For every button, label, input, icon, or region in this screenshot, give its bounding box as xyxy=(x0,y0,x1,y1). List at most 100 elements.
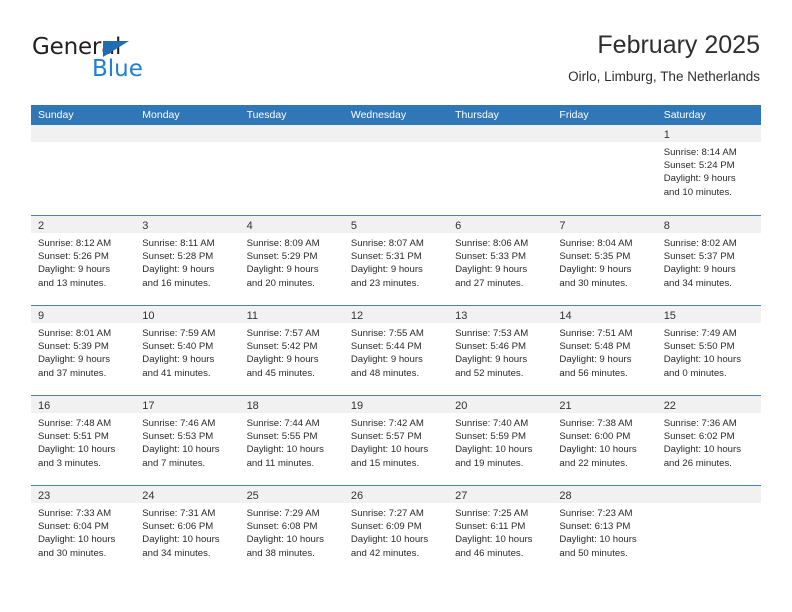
sunset-text: Sunset: 5:40 PM xyxy=(142,341,214,353)
daylight-text: Daylight: 10 hours and 3 minutes. xyxy=(38,444,116,469)
day-sun-info: Sunrise: 7:33 AM Sunset: 6:04 PM Daylight:… xyxy=(31,503,135,560)
calendar-day-cell[interactable]: 26 Sunrise: 7:27 AM Sunset: 6:09 PM Dayligh… xyxy=(343,486,449,575)
calendar-week-row: 1 Sunrise: 8:14 AM Sunset: 5:24 PM Daylight… xyxy=(31,125,761,215)
logo-triangle-icon xyxy=(103,41,129,57)
day-sun-info: Sunrise: 7:49 AM Sunset: 5:50 PM Daylight:… xyxy=(657,323,761,380)
calendar-day-cell[interactable]: 6 Sunrise: 8:06 AM Sunset: 5:33 PM Daylight… xyxy=(448,216,553,305)
daylight-text: Daylight: 9 hours and 16 minutes. xyxy=(142,264,215,289)
calendar-day-cell[interactable]: 22 Sunrise: 7:36 AM Sunset: 6:02 PM Dayligh… xyxy=(656,396,761,485)
sunrise-text: Sunrise: 7:48 AM xyxy=(38,418,112,429)
day-sun-info: Sunrise: 8:04 AM Sunset: 5:35 PM Daylight:… xyxy=(552,233,656,290)
sunrise-text: Sunrise: 8:04 AM xyxy=(559,238,633,249)
calendar-grid: Sunday Monday Tuesday Wednesday Thursday… xyxy=(31,105,761,575)
sunrise-text: Sunrise: 7:36 AM xyxy=(663,418,737,429)
sunrise-text: Sunrise: 7:29 AM xyxy=(246,508,320,519)
calendar-day-cell[interactable]: 14 Sunrise: 7:51 AM Sunset: 5:48 PM Dayligh… xyxy=(552,306,657,395)
calendar-day-cell[interactable]: 18 Sunrise: 7:44 AM Sunset: 5:55 PM Dayligh… xyxy=(239,396,344,485)
calendar-day-cell[interactable]: 21 Sunrise: 7:38 AM Sunset: 6:00 PM Dayligh… xyxy=(552,396,657,485)
calendar-day-cell[interactable]: 4 Sunrise: 8:09 AM Sunset: 5:29 PM Daylight… xyxy=(239,216,344,305)
calendar-day-cell[interactable]: 28 Sunrise: 7:23 AM Sunset: 6:13 PM Dayligh… xyxy=(552,486,657,575)
calendar-day-cell-empty xyxy=(448,125,553,215)
daylight-text: Daylight: 9 hours and 27 minutes. xyxy=(455,264,528,289)
calendar-day-cell[interactable]: 10 Sunrise: 7:59 AM Sunset: 5:40 PM Dayligh… xyxy=(135,306,240,395)
day-number: 27 xyxy=(455,490,468,502)
sunset-text: Sunset: 5:59 PM xyxy=(455,431,527,443)
sunset-text: Sunset: 5:37 PM xyxy=(663,251,735,263)
calendar-day-cell[interactable]: 17 Sunrise: 7:46 AM Sunset: 5:53 PM Dayligh… xyxy=(135,396,240,485)
page-title: February 2025 xyxy=(597,31,760,59)
daylight-text: Daylight: 9 hours and 20 minutes. xyxy=(246,264,319,289)
daylight-text: Daylight: 9 hours and 23 minutes. xyxy=(350,264,423,289)
calendar-day-cell[interactable]: 24 Sunrise: 7:31 AM Sunset: 6:06 PM Dayligh… xyxy=(135,486,240,575)
title-block: February 2025 Oirlo, Limburg, The Nether… xyxy=(568,28,760,88)
sunset-text: Sunset: 5:42 PM xyxy=(246,341,318,353)
day-number: 9 xyxy=(38,310,45,322)
day-number: 2 xyxy=(38,220,45,232)
day-sun-info: Sunrise: 7:51 AM Sunset: 5:48 PM Daylight:… xyxy=(552,323,656,380)
daylight-text: Daylight: 9 hours and 10 minutes. xyxy=(663,173,736,198)
daylight-text: Daylight: 10 hours and 22 minutes. xyxy=(559,444,637,469)
daylight-text: Daylight: 9 hours and 56 minutes. xyxy=(559,354,632,379)
sunrise-text: Sunrise: 7:33 AM xyxy=(38,508,112,519)
calendar-day-cell[interactable]: 3 Sunrise: 8:11 AM Sunset: 5:28 PM Daylight… xyxy=(135,216,240,305)
calendar-day-cell[interactable]: 25 Sunrise: 7:29 AM Sunset: 6:08 PM Dayligh… xyxy=(239,486,344,575)
daylight-text: Daylight: 10 hours and 7 minutes. xyxy=(142,444,220,469)
calendar-day-cell[interactable]: 11 Sunrise: 7:57 AM Sunset: 5:42 PM Dayligh… xyxy=(239,306,344,395)
daylight-text: Daylight: 10 hours and 11 minutes. xyxy=(246,444,324,469)
day-number: 16 xyxy=(38,400,51,412)
calendar-day-cell[interactable]: 13 Sunrise: 7:53 AM Sunset: 5:46 PM Dayligh… xyxy=(448,306,553,395)
sunset-text: Sunset: 5:26 PM xyxy=(38,251,109,263)
calendar-day-cell[interactable]: 8 Sunrise: 8:02 AM Sunset: 5:37 PM Daylight… xyxy=(656,216,761,305)
day-number: 20 xyxy=(455,400,468,412)
calendar-day-cell[interactable]: 5 Sunrise: 8:07 AM Sunset: 5:31 PM Daylight… xyxy=(343,216,449,305)
day-number-band xyxy=(31,125,136,142)
calendar-day-cell[interactable]: 23 Sunrise: 7:33 AM Sunset: 6:04 PM Dayligh… xyxy=(31,486,136,575)
sunset-text: Sunset: 5:39 PM xyxy=(38,341,109,353)
day-number: 13 xyxy=(455,310,468,322)
day-sun-info: Sunrise: 8:09 AM Sunset: 5:29 PM Daylight:… xyxy=(240,233,344,290)
calendar-day-cell[interactable]: 15 Sunrise: 7:49 AM Sunset: 5:50 PM Dayligh… xyxy=(656,306,761,395)
calendar-day-cell[interactable]: 9 Sunrise: 8:01 AM Sunset: 5:39 PM Daylight… xyxy=(31,306,136,395)
sunrise-text: Sunrise: 7:40 AM xyxy=(455,418,529,429)
sunset-text: Sunset: 6:09 PM xyxy=(350,521,422,533)
sunrise-text: Sunrise: 7:27 AM xyxy=(350,508,424,519)
weekday-header-row: Sunday Monday Tuesday Wednesday Thursday… xyxy=(31,105,761,125)
calendar-day-cell[interactable]: 16 Sunrise: 7:48 AM Sunset: 5:51 PM Dayligh… xyxy=(31,396,136,485)
sunset-text: Sunset: 5:57 PM xyxy=(350,431,422,443)
day-number: 28 xyxy=(559,490,572,502)
calendar-day-cell[interactable]: 1 Sunrise: 8:14 AM Sunset: 5:24 PM Daylight… xyxy=(656,125,761,215)
daylight-text: Daylight: 9 hours and 52 minutes. xyxy=(455,354,528,379)
day-number: 17 xyxy=(142,400,155,412)
day-number-band: 28 xyxy=(552,486,657,503)
sunrise-text: Sunrise: 7:23 AM xyxy=(559,508,633,519)
calendar-day-cell[interactable]: 12 Sunrise: 7:55 AM Sunset: 5:44 PM Dayligh… xyxy=(343,306,449,395)
daylight-text: Daylight: 10 hours and 30 minutes. xyxy=(38,534,116,559)
calendar-day-cell[interactable]: 27 Sunrise: 7:25 AM Sunset: 6:11 PM Dayligh… xyxy=(448,486,553,575)
calendar-day-cell[interactable]: 7 Sunrise: 8:04 AM Sunset: 5:35 PM Daylight… xyxy=(552,216,657,305)
day-number-band xyxy=(343,125,449,142)
sunset-text: Sunset: 5:24 PM xyxy=(663,160,735,172)
day-number: 18 xyxy=(246,400,259,412)
calendar-day-cell[interactable]: 2 Sunrise: 8:12 AM Sunset: 5:26 PM Daylight… xyxy=(31,216,136,305)
daylight-text: Daylight: 9 hours and 41 minutes. xyxy=(142,354,215,379)
day-sun-info: Sunrise: 8:07 AM Sunset: 5:31 PM Daylight:… xyxy=(344,233,448,290)
calendar-day-cell[interactable]: 20 Sunrise: 7:40 AM Sunset: 5:59 PM Dayligh… xyxy=(448,396,553,485)
sunrise-text: Sunrise: 7:42 AM xyxy=(350,418,424,429)
day-number-band: 15 xyxy=(656,306,761,323)
sunrise-text: Sunrise: 7:51 AM xyxy=(559,328,633,339)
daylight-text: Daylight: 9 hours and 34 minutes. xyxy=(663,264,736,289)
daylight-text: Daylight: 10 hours and 15 minutes. xyxy=(350,444,429,469)
day-sun-info: Sunrise: 8:14 AM Sunset: 5:24 PM Daylight:… xyxy=(657,142,761,199)
weekday-header-monday: Monday xyxy=(142,109,180,121)
general-blue-logo[interactable]: General Blue xyxy=(32,34,232,94)
day-number: 26 xyxy=(350,490,364,502)
daylight-text: Daylight: 9 hours and 45 minutes. xyxy=(246,354,319,379)
sunset-text: Sunset: 5:46 PM xyxy=(455,341,527,353)
calendar-day-cell[interactable]: 19 Sunrise: 7:42 AM Sunset: 5:57 PM Dayligh… xyxy=(343,396,449,485)
sunset-text: Sunset: 6:06 PM xyxy=(142,521,214,533)
calendar-day-cell-empty xyxy=(552,125,657,215)
day-number-band: 6 xyxy=(448,216,553,233)
day-number-band: 22 xyxy=(656,396,761,413)
sunset-text: Sunset: 5:29 PM xyxy=(246,251,318,263)
daylight-text: Daylight: 10 hours and 34 minutes. xyxy=(142,534,220,559)
